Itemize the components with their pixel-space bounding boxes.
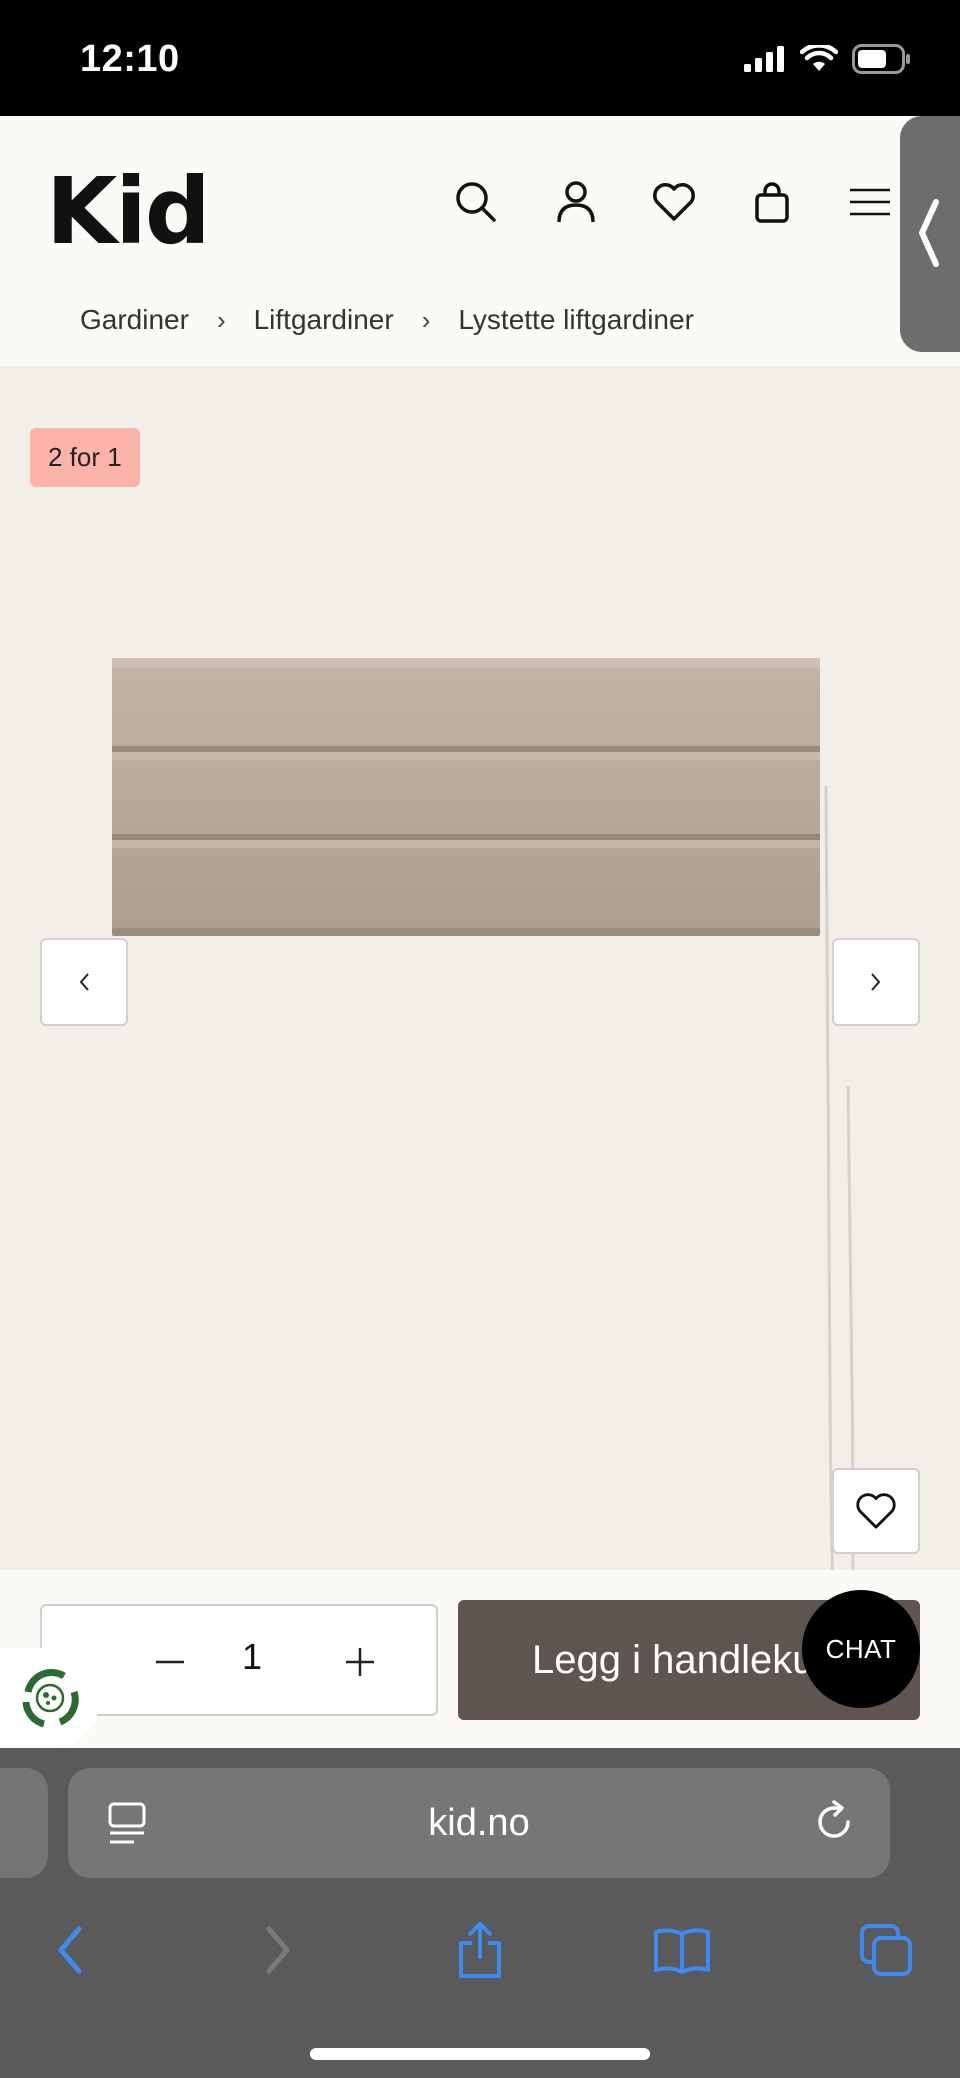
tabs-button[interactable] [856,1920,916,1980]
back-arrow-icon [58,1926,82,1974]
forward-button[interactable] [248,1920,308,1980]
kid-logo[interactable]: Kid [46,158,211,265]
plus-icon [346,1648,374,1676]
tabs-icon [860,1924,912,1976]
reload-icon[interactable] [812,1800,856,1844]
browser-toolbar [0,1908,960,1988]
share-icon [459,1922,501,1978]
breadcrumb-item[interactable]: Liftgardiner [254,304,394,336]
signal-icon [744,46,784,72]
eco-badge[interactable] [0,1648,100,1748]
address-bar[interactable]: kid.no [68,1768,890,1878]
recycle-icon [22,1669,79,1728]
add-to-wishlist-button[interactable] [832,1468,920,1554]
wifi-icon [800,45,838,71]
minus-icon [156,1660,184,1664]
wishlist-heart-icon[interactable] [648,176,700,228]
shopping-bag-icon[interactable] [746,176,798,228]
chevron-left-icon [919,199,939,267]
status-icons [744,44,912,74]
decrease-quantity-button[interactable] [142,1634,198,1690]
menu-icon[interactable] [844,176,896,228]
status-bar: 12:10 [0,0,960,116]
product-image-roller-blind [112,658,820,936]
breadcrumb-separator: › [421,304,431,335]
promo-badge: 2 for 1 [30,428,140,487]
carousel-next-button[interactable] [832,938,920,1026]
quantity-value[interactable]: 1 [232,1636,272,1678]
product-gallery: 2 for 1 [0,366,960,1570]
site-header: Kid Gardiner › Liftgardiner › Lystette l… [0,116,960,366]
home-indicator [310,2048,650,2060]
purchase-bar: 1 Legg i handlekurv CHAT [0,1570,960,1748]
heart-icon [856,1493,896,1529]
carousel-prev-button[interactable] [40,938,128,1026]
book-icon [654,1928,710,1974]
previous-tab-preview[interactable] [0,1768,48,1878]
product-image-cord [824,786,855,1570]
bookmarks-button[interactable] [652,1920,712,1980]
search-icon[interactable] [450,176,502,228]
chevron-right-icon [871,973,881,991]
battery-icon [852,44,910,74]
breadcrumb-item[interactable]: Lystette liftgardiner [458,304,694,336]
breadcrumb-item[interactable]: Gardiner [80,304,189,336]
browser-chrome: kid.no [0,1748,960,2078]
chat-button[interactable]: CHAT [802,1590,920,1708]
forward-arrow-icon [266,1926,290,1974]
chevron-left-icon [79,973,89,991]
url-text[interactable]: kid.no [68,1802,890,1845]
status-time: 12:10 [80,38,180,80]
account-icon[interactable] [550,176,602,228]
back-button[interactable] [40,1920,100,1980]
share-button[interactable] [450,1920,510,1980]
increase-quantity-button[interactable] [332,1634,388,1690]
side-drawer-tab[interactable] [900,116,960,352]
breadcrumb: Gardiner › Liftgardiner › Lystette liftg… [80,304,694,336]
breadcrumb-separator: › [216,304,226,335]
